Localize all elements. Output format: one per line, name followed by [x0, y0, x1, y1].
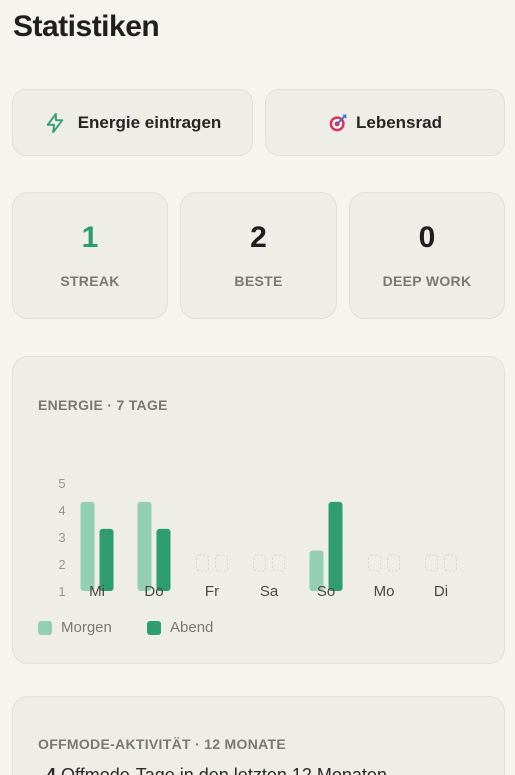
- legend-swatch-morning: [38, 620, 52, 635]
- page-title: Statistiken: [13, 10, 160, 43]
- x-tick-label-sa: Sa: [260, 583, 279, 600]
- placeholder-bar-fr: [196, 554, 209, 572]
- offmode-title: OFFMODE-AKTIVITÄT · 12 MONATE: [38, 736, 286, 752]
- y-tick-label: 2: [58, 557, 65, 572]
- target-dart-icon: [328, 113, 348, 133]
- offmode-summary: 4 Offmode-Tage in den letzten 12 Monaten: [46, 765, 387, 775]
- log-energy-button[interactable]: Energie eintragen: [12, 89, 253, 156]
- streak-value: 1: [81, 221, 99, 254]
- lightning-icon: [44, 112, 66, 134]
- energy-bar-chart: 1 2 3 4 5 Mi Do Fr Sa So Mo Di: [58, 476, 457, 600]
- deep-work-value: 0: [418, 221, 436, 254]
- placeholder-bar-sa: [253, 554, 266, 572]
- y-tick-label: 3: [58, 530, 65, 545]
- legend-item-evening: Abend: [147, 619, 213, 636]
- offmode-summary-text: Offmode-Tage in den letzten 12 Monaten: [61, 765, 387, 775]
- streak-card: 1 STREAK: [12, 192, 168, 319]
- bar-morgen-do: [137, 501, 152, 591]
- deep-work-label: DEEP WORK: [382, 273, 472, 289]
- placeholder-bar-sa: [272, 554, 285, 572]
- log-energy-label: Energie eintragen: [77, 112, 222, 132]
- bar-morgen-mi: [80, 501, 95, 591]
- x-tick-label-so: So: [317, 583, 335, 600]
- legend-swatch-evening: [147, 620, 161, 635]
- offmode-activity-panel: OFFMODE-AKTIVITÄT · 12 MONATE 4 Offmode-…: [12, 696, 505, 775]
- offmode-count: 4: [46, 765, 57, 775]
- streak-label: STREAK: [60, 273, 120, 289]
- placeholder-bar-mo: [368, 554, 381, 572]
- bar-abend-so: [328, 501, 343, 591]
- placeholder-bar-mo: [387, 554, 400, 572]
- deep-work-card: 0 DEEP WORK: [349, 192, 505, 319]
- y-tick-label: 4: [58, 503, 65, 518]
- x-tick-label-fr: Fr: [205, 583, 219, 600]
- x-tick-label-di: Di: [434, 583, 448, 600]
- x-tick-label-mi: Mi: [89, 583, 105, 600]
- bar-abend-mi: [99, 528, 114, 591]
- life-wheel-label: Lebensrad: [356, 112, 442, 132]
- energy-chart-panel: ENERGIE · 7 TAGE 1 2 3 4 5 Mi Do Fr Sa So Mo Di Mor…: [12, 356, 505, 664]
- legend-item-morning: Morgen: [38, 619, 112, 636]
- x-tick-label-mo: Mo: [374, 583, 395, 600]
- placeholder-bar-di: [444, 554, 457, 572]
- life-wheel-button[interactable]: Lebensrad: [265, 89, 505, 156]
- best-card: 2 BESTE: [180, 192, 337, 319]
- legend-label-evening: Abend: [170, 619, 214, 636]
- bar-abend-do: [156, 528, 171, 591]
- y-tick-label: 5: [58, 476, 65, 491]
- legend-label-morning: Morgen: [61, 619, 112, 636]
- placeholder-bar-di: [425, 554, 438, 572]
- x-tick-label-do: Do: [144, 583, 163, 600]
- best-value: 2: [250, 221, 267, 254]
- placeholder-bar-fr: [215, 554, 228, 572]
- best-label: BESTE: [234, 273, 283, 289]
- y-tick-label: 1: [58, 584, 65, 599]
